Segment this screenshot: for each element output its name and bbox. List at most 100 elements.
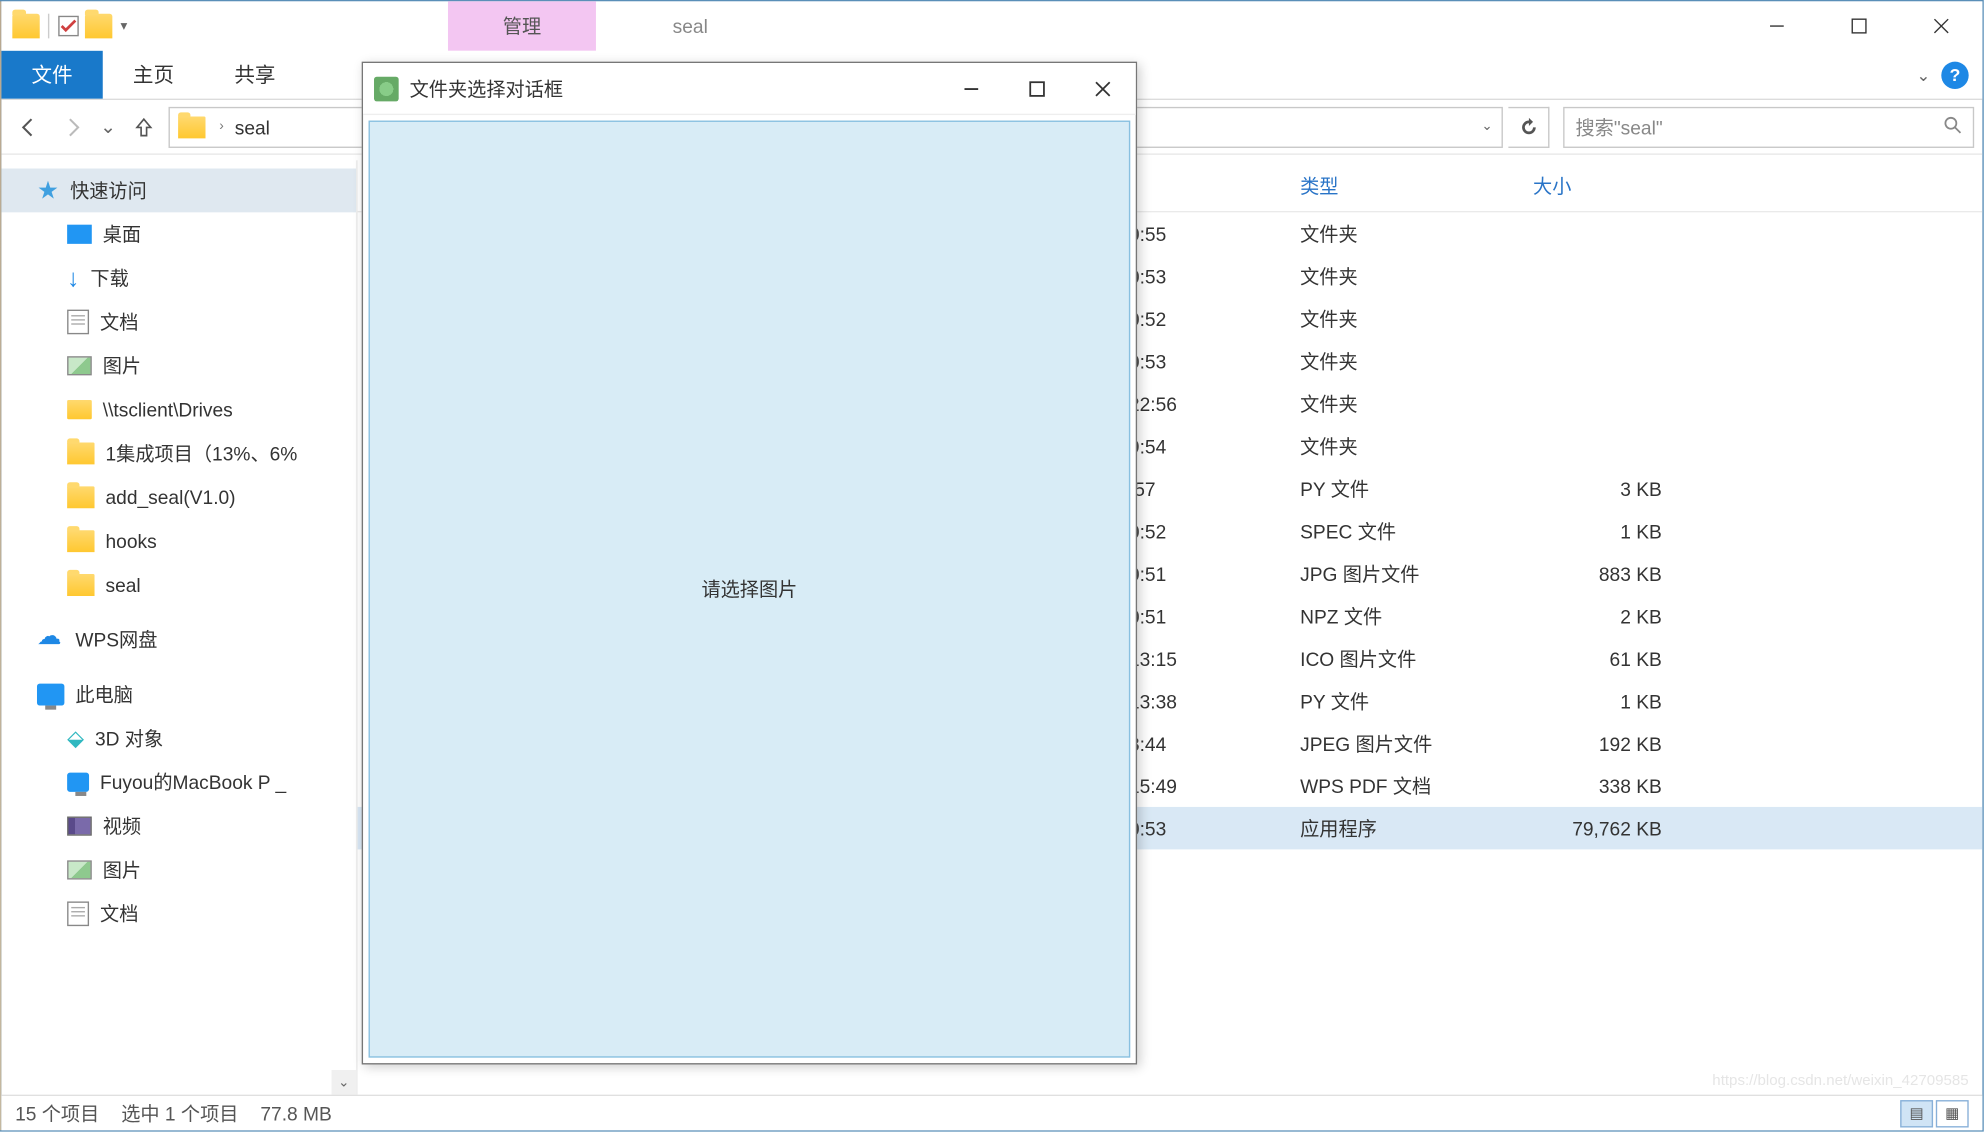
sidebar-label: 图片 bbox=[103, 352, 141, 379]
view-icons-button[interactable]: ▦ bbox=[1936, 1099, 1969, 1126]
star-icon: ★ bbox=[37, 176, 59, 205]
cell-type: 文件夹 bbox=[1289, 390, 1522, 417]
sidebar-item-tsclient[interactable]: \\tsclient\Drives bbox=[1, 388, 356, 432]
maximize-button[interactable] bbox=[1818, 1, 1900, 50]
sidebar-label: 文档 bbox=[100, 308, 138, 335]
sidebar-item-macbook[interactable]: Fuyou的MacBook P _ bbox=[1, 760, 356, 804]
folder-icon bbox=[67, 486, 94, 508]
nav-up-button[interactable] bbox=[125, 108, 163, 146]
address-folder-icon bbox=[178, 116, 205, 138]
status-bar: 15 个项目 选中 1 个项目 77.8 MB ▤ ▦ bbox=[1, 1095, 1982, 1131]
pictures-icon bbox=[67, 860, 92, 879]
sidebar-label: add_seal(V1.0) bbox=[105, 486, 235, 508]
cell-size: 61 KB bbox=[1522, 647, 1673, 669]
sidebar-item-wps[interactable]: WPS网盘 bbox=[1, 618, 356, 662]
sidebar-item-seal[interactable]: seal bbox=[1, 563, 356, 607]
cell-type: 文件夹 bbox=[1289, 220, 1522, 247]
folder-icon bbox=[67, 530, 94, 552]
dialog-minimize-button[interactable] bbox=[938, 62, 1004, 114]
folder-icon bbox=[67, 443, 94, 465]
nav-recent-dropdown[interactable]: ⌄ bbox=[97, 108, 119, 146]
window-titlebar: ▾ 管理 seal bbox=[1, 1, 1982, 50]
status-selection: 选中 1 个项目 bbox=[121, 1099, 238, 1126]
cell-type: JPEG 图片文件 bbox=[1289, 730, 1522, 757]
cell-size: 79,762 KB bbox=[1522, 817, 1673, 839]
sidebar-label: 视频 bbox=[103, 812, 141, 839]
sidebar-item-desktop[interactable]: 桌面 bbox=[1, 212, 356, 256]
sidebar-label: 3D 对象 bbox=[95, 725, 163, 752]
sidebar-scroll-down-icon[interactable]: ⌄ bbox=[332, 1070, 357, 1095]
search-input[interactable]: 搜索"seal" bbox=[1563, 106, 1974, 147]
breadcrumb-chevron-icon[interactable]: › bbox=[214, 119, 230, 134]
qat-properties-icon[interactable] bbox=[58, 15, 80, 37]
cell-size: 338 KB bbox=[1522, 775, 1673, 797]
sidebar-label: WPS网盘 bbox=[75, 626, 157, 653]
watermark: https://blog.csdn.net/weixin_42709585 bbox=[1712, 1073, 1968, 1089]
sidebar-label: 图片 bbox=[103, 856, 141, 883]
cell-size: 2 KB bbox=[1522, 605, 1673, 627]
status-item-count: 15 个项目 bbox=[15, 1099, 99, 1126]
sidebar-item-addseal[interactable]: add_seal(V1.0) bbox=[1, 475, 356, 519]
dialog-drop-area[interactable]: 请选择图片 bbox=[369, 121, 1131, 1058]
ribbon-tab-home[interactable]: 主页 bbox=[103, 51, 204, 99]
close-button[interactable] bbox=[1900, 1, 1982, 50]
help-icon[interactable]: ? bbox=[1941, 61, 1968, 88]
document-icon bbox=[67, 310, 89, 335]
window-title: seal bbox=[673, 1, 708, 50]
sidebar-item-documents2[interactable]: 文档 bbox=[1, 892, 356, 936]
dialog-title: 文件夹选择对话框 bbox=[410, 75, 939, 102]
sidebar-item-videos[interactable]: 视频 bbox=[1, 804, 356, 848]
nav-back-button[interactable] bbox=[10, 108, 48, 146]
view-details-button[interactable]: ▤ bbox=[1900, 1099, 1933, 1126]
sidebar-item-hooks[interactable]: hooks bbox=[1, 519, 356, 563]
sidebar-item-pictures[interactable]: 图片 bbox=[1, 344, 356, 388]
sidebar-label: 桌面 bbox=[103, 221, 141, 248]
folder-select-dialog: 文件夹选择对话框 请选择图片 bbox=[362, 62, 1137, 1065]
search-icon[interactable] bbox=[1943, 115, 1962, 138]
cell-type: NPZ 文件 bbox=[1289, 602, 1522, 629]
qat-new-folder-icon[interactable] bbox=[82, 11, 115, 41]
sidebar-label: 此电脑 bbox=[75, 681, 133, 708]
cell-type: WPS PDF 文档 bbox=[1289, 772, 1522, 799]
qat-dropdown-icon[interactable]: ▾ bbox=[121, 18, 128, 33]
cell-size: 1 KB bbox=[1522, 520, 1673, 542]
cell-type: PY 文件 bbox=[1289, 687, 1522, 714]
pictures-icon bbox=[67, 356, 92, 375]
sidebar-label: \\tsclient\Drives bbox=[103, 399, 233, 421]
sidebar-item-quickaccess[interactable]: ★快速访问 bbox=[1, 169, 356, 213]
desktop-icon bbox=[67, 225, 92, 244]
status-size: 77.8 MB bbox=[260, 1102, 331, 1124]
cell-type: PY 文件 bbox=[1289, 475, 1522, 502]
column-header-type[interactable]: 类型 bbox=[1289, 172, 1522, 199]
sidebar-item-proj1[interactable]: 1集成项目（13%、6% bbox=[1, 432, 356, 476]
video-icon bbox=[67, 817, 92, 836]
dialog-maximize-button[interactable] bbox=[1004, 62, 1070, 114]
cloud-icon bbox=[37, 630, 64, 649]
refresh-button[interactable] bbox=[1508, 106, 1549, 147]
pc-icon bbox=[37, 684, 64, 706]
cell-type: 文件夹 bbox=[1289, 305, 1522, 332]
column-header-size[interactable]: 大小 bbox=[1522, 172, 1673, 199]
cell-size: 883 KB bbox=[1522, 562, 1673, 584]
ribbon-collapse-icon[interactable]: ⌄ bbox=[1917, 65, 1931, 84]
dialog-close-button[interactable] bbox=[1070, 62, 1136, 114]
cell-type: 文件夹 bbox=[1289, 432, 1522, 459]
app-folder-icon[interactable] bbox=[12, 14, 39, 39]
address-dropdown-icon[interactable]: ⌄ bbox=[1471, 108, 1501, 146]
breadcrumb-item[interactable]: seal bbox=[229, 116, 275, 138]
cell-size: 192 KB bbox=[1522, 732, 1673, 754]
dialog-prompt-text: 请选择图片 bbox=[701, 575, 797, 602]
navigation-sidebar: ★快速访问 桌面 ↓下载 文档 图片 \\tsclient\Drives 1集成… bbox=[1, 160, 357, 1094]
minimize-button[interactable] bbox=[1736, 1, 1818, 50]
sidebar-item-3dobjects[interactable]: ⬙3D 对象 bbox=[1, 717, 356, 761]
dialog-titlebar[interactable]: 文件夹选择对话框 bbox=[363, 63, 1136, 115]
sidebar-item-thispc[interactable]: 此电脑 bbox=[1, 673, 356, 717]
ribbon-context-tab[interactable]: 管理 bbox=[448, 1, 596, 50]
nav-forward-button[interactable] bbox=[53, 108, 91, 146]
ribbon-tab-file[interactable]: 文件 bbox=[1, 51, 102, 99]
ribbon-tab-share[interactable]: 共享 bbox=[204, 51, 305, 99]
sidebar-item-documents[interactable]: 文档 bbox=[1, 300, 356, 344]
mac-icon bbox=[67, 773, 89, 792]
sidebar-item-pictures2[interactable]: 图片 bbox=[1, 848, 356, 892]
sidebar-item-downloads[interactable]: ↓下载 bbox=[1, 256, 356, 300]
